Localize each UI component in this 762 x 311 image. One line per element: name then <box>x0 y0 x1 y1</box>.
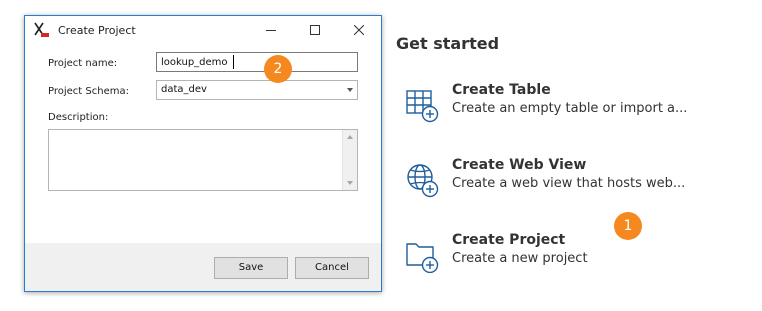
dialog-title: Create Project <box>58 24 136 37</box>
create-table-description: Create an empty table or import a... <box>452 101 688 116</box>
dialog-titlebar[interactable]: Create Project <box>25 16 381 45</box>
description-textarea[interactable] <box>48 129 358 191</box>
table-add-icon <box>405 85 441 123</box>
create-web-view-description: Create a web view that hosts web... <box>452 176 686 191</box>
create-project-link[interactable]: Create Project Create a new project <box>405 232 745 276</box>
minimize-button[interactable] <box>249 16 293 45</box>
callout-badge-2: 2 <box>264 55 292 83</box>
globe-add-icon <box>405 160 441 198</box>
create-web-view-title: Create Web View <box>452 157 587 173</box>
app-logo-icon <box>34 22 50 38</box>
scroll-up-icon[interactable] <box>347 135 353 139</box>
create-project-dialog: Create Project Project name: Project Sch… <box>24 15 382 292</box>
create-web-view-link[interactable]: Create Web View Create a web view that h… <box>405 157 745 201</box>
project-name-label: Project name: <box>48 58 118 69</box>
get-started-heading: Get started <box>396 34 500 53</box>
chevron-down-icon <box>347 88 353 92</box>
scroll-down-icon[interactable] <box>347 181 353 185</box>
project-schema-select[interactable]: data_dev <box>156 80 358 100</box>
project-schema-value: data_dev <box>161 84 207 95</box>
description-scrollbar[interactable] <box>342 130 357 190</box>
description-label: Description: <box>48 112 109 123</box>
close-button[interactable] <box>337 16 381 45</box>
folder-add-icon <box>405 235 441 274</box>
close-icon <box>354 25 364 35</box>
dialog-footer: Save Cancel <box>25 243 381 291</box>
project-schema-label: Project Schema: <box>48 86 129 97</box>
maximize-icon <box>310 25 320 35</box>
create-project-title: Create Project <box>452 232 566 248</box>
project-name-input[interactable] <box>156 52 358 72</box>
dialog-body: Project name: Project Schema: data_dev D… <box>25 45 381 243</box>
minimize-icon <box>266 30 276 31</box>
cancel-button[interactable]: Cancel <box>295 257 369 279</box>
maximize-button[interactable] <box>293 16 337 45</box>
text-caret <box>233 55 234 69</box>
create-table-title: Create Table <box>452 82 551 98</box>
create-table-link[interactable]: Create Table Create an empty table or im… <box>405 82 745 126</box>
save-button[interactable]: Save <box>214 257 288 279</box>
create-project-description: Create a new project <box>452 251 588 266</box>
